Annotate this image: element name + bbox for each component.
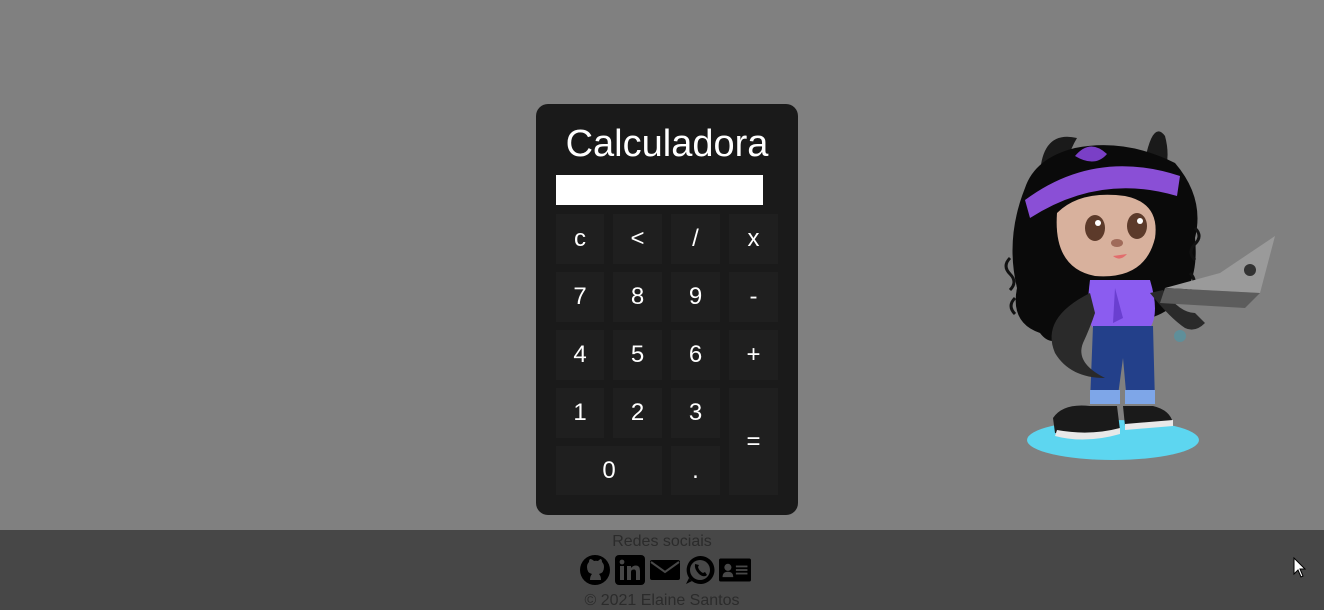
key-decimal[interactable]: . bbox=[671, 446, 720, 495]
github-icon[interactable] bbox=[579, 554, 611, 586]
key-clear[interactable]: c bbox=[556, 214, 604, 264]
calculator-title: Calculadora bbox=[565, 123, 769, 165]
key-multiply[interactable]: x bbox=[729, 214, 778, 264]
footer: Redes sociais © 2021 Elaine Santos bbox=[0, 530, 1324, 610]
copyright: © 2021 Elaine Santos bbox=[584, 592, 740, 609]
key-7[interactable]: 7 bbox=[556, 272, 604, 322]
key-6[interactable]: 6 bbox=[671, 330, 720, 380]
key-9[interactable]: 9 bbox=[671, 272, 720, 322]
key-backspace[interactable]: < bbox=[613, 214, 662, 264]
key-5[interactable]: 5 bbox=[613, 330, 662, 380]
page: Calculadora c < / x 7 8 9 - 4 5 6 + 1 2 … bbox=[0, 0, 1324, 610]
key-8[interactable]: 8 bbox=[613, 272, 662, 322]
mouse-cursor-icon bbox=[1293, 557, 1307, 578]
key-plus[interactable]: + bbox=[729, 330, 778, 380]
key-3[interactable]: 3 bbox=[671, 388, 720, 438]
contact-card-icon[interactable] bbox=[719, 554, 751, 586]
key-2[interactable]: 2 bbox=[613, 388, 662, 438]
linkedin-icon[interactable] bbox=[614, 554, 646, 586]
key-equals[interactable]: = bbox=[729, 388, 778, 495]
octocat-illustration bbox=[1004, 131, 1275, 460]
calculator: Calculadora c < / x 7 8 9 - 4 5 6 + 1 2 … bbox=[536, 104, 798, 515]
key-1[interactable]: 1 bbox=[556, 388, 604, 438]
key-4[interactable]: 4 bbox=[556, 330, 604, 380]
email-icon[interactable] bbox=[649, 554, 681, 586]
calculator-display[interactable] bbox=[556, 175, 763, 205]
footer-heading: Redes sociais bbox=[612, 533, 712, 550]
key-minus[interactable]: - bbox=[729, 272, 778, 322]
whatsapp-icon[interactable] bbox=[684, 554, 716, 586]
key-divide[interactable]: / bbox=[671, 214, 720, 264]
key-0[interactable]: 0 bbox=[556, 446, 662, 495]
social-links bbox=[579, 554, 751, 586]
